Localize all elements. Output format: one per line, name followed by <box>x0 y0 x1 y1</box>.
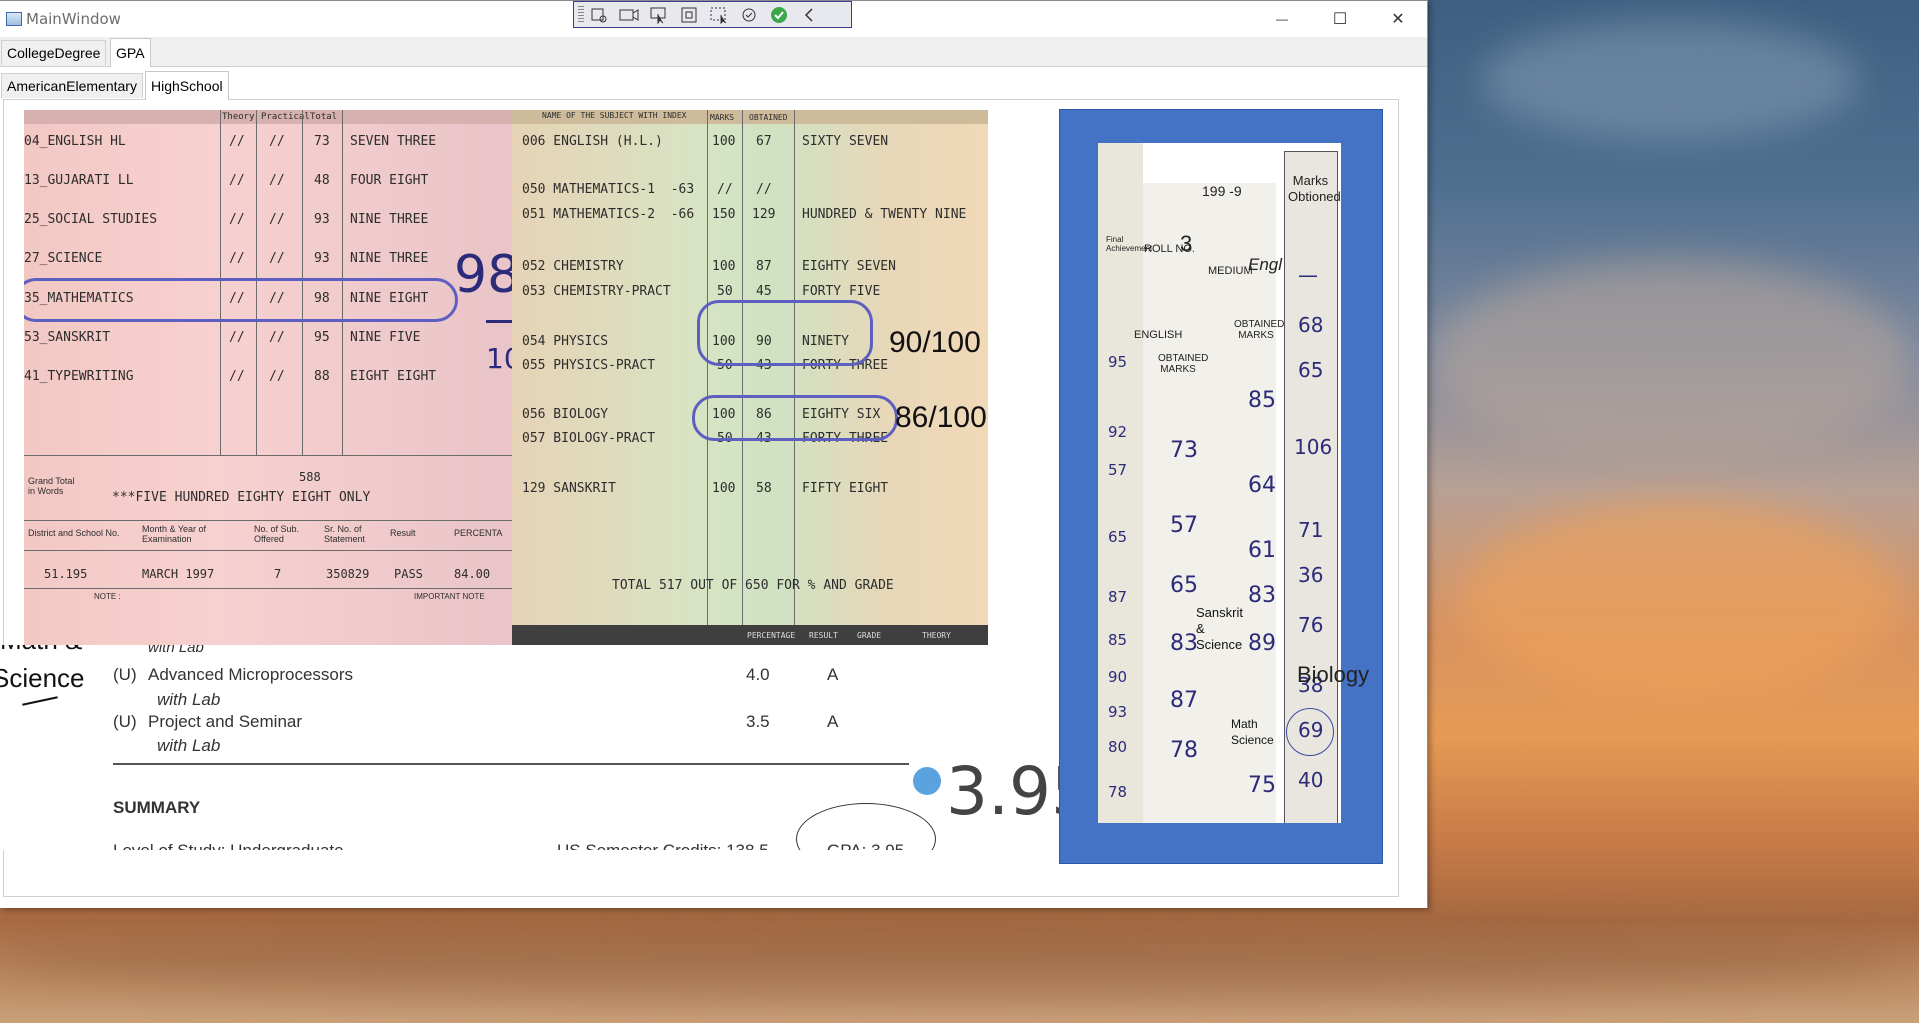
notes-label: NOTE : <box>94 592 121 601</box>
final-achievement: Final Achievement <box>1106 235 1153 253</box>
footer-result: RESULT <box>809 631 838 640</box>
course1-grade: A <box>827 665 839 684</box>
total-line: TOTAL 517 OUT OF 650 FOR % AND GRADE <box>612 578 894 593</box>
col-obtained: OBTAINED <box>749 113 788 122</box>
course1-sub: with Lab <box>157 690 221 709</box>
col-subject: NAME OF THE SUBJECT WITH INDEX <box>542 111 687 120</box>
ink-dot <box>913 767 941 795</box>
level-of-study: Level of Study: Undergraduate <box>113 841 344 850</box>
tab-gpa[interactable]: GPA <box>110 38 151 67</box>
divider <box>113 763 909 765</box>
check-icon[interactable] <box>764 4 794 26</box>
biology-circle <box>1286 708 1334 756</box>
frame-icon[interactable] <box>674 4 704 26</box>
physics-annotation: 90/100 <box>889 326 981 359</box>
important-note: IMPORTANT NOTE <box>414 592 485 601</box>
gpa-value: GPA: 3.95 <box>827 841 904 850</box>
close-icon: ✕ <box>1391 11 1405 28</box>
roll-value: 3 <box>1180 231 1193 256</box>
math-highlight-ink <box>24 278 458 322</box>
col-obtained-1: OBTAINED MARKS <box>1158 353 1209 375</box>
close-button[interactable]: ✕ <box>1369 1 1427 37</box>
minimize-icon: — <box>1276 12 1288 26</box>
course2-name: Project and Seminar <box>148 712 303 731</box>
biology-label: Biology <box>1297 662 1370 687</box>
footer-theory: THEORY <box>922 631 951 640</box>
tab-highschool[interactable]: HighSchool <box>145 71 229 100</box>
biology-annotation: 86/100 <box>895 401 987 434</box>
with-lab-top: with Lab <box>148 645 204 656</box>
col-marks: MARKS <box>710 113 735 122</box>
col-total: Total <box>310 112 338 122</box>
medium-value: Engl <box>1248 255 1283 274</box>
handwritten-98: 98 <box>454 245 512 305</box>
marks-obtained-header: Marks Obtioned <box>1288 173 1341 204</box>
handwritten-gpa: 3.95 <box>946 753 1060 830</box>
pointer-icon[interactable] <box>644 4 674 26</box>
handwritten-100: 100 <box>486 342 512 375</box>
maximize-icon: ☐ <box>1332 11 1348 28</box>
course2-prefix: (U) <box>113 712 137 731</box>
course1-name: Advanced Microprocessors <box>148 665 354 684</box>
footer-percentage: PERCENTAGE <box>747 631 796 640</box>
physics-highlight-ink <box>697 300 873 366</box>
course2-sub: with Lab <box>157 736 221 755</box>
grand-total: 588 <box>299 470 321 484</box>
footer-grade: GRADE <box>857 631 882 640</box>
marksheet-middle-image: NAME OF THE SUBJECT WITH INDEX MARKS OBT… <box>512 110 988 650</box>
grand-total-label: Grand Total in Words <box>28 476 75 496</box>
semester-credits: US Semester Credits: 138.5 <box>557 841 769 850</box>
marksheet-left-image: Theory Practical Total 04_ENGLISH HL////… <box>24 110 512 650</box>
math-science-label-1: Math & <box>0 645 82 656</box>
biology-highlight-ink <box>692 395 898 441</box>
underline-mark <box>22 696 58 706</box>
course2-credit: 3.5 <box>746 712 770 731</box>
math-science-label-2: Science <box>0 663 85 693</box>
summary-heading: SUMMARY <box>113 798 201 817</box>
toggle-icon[interactable] <box>734 4 764 26</box>
grand-total-words: ***FIVE HUNDRED EIGHTY EIGHT ONLY <box>112 490 371 505</box>
col-theory: Theory <box>222 112 255 122</box>
maximize-button[interactable]: ☐ <box>1311 1 1369 37</box>
tab-americanelementary[interactable]: AmericanElementary <box>1 73 143 98</box>
app-icon <box>6 12 22 26</box>
medium-label: MEDIUM <box>1208 265 1253 277</box>
minimize-button[interactable]: — <box>1253 1 1311 37</box>
course1-prefix: (U) <box>113 665 137 684</box>
sanskrit-science-label: Sanskrit & Science <box>1196 605 1243 652</box>
tab-collegedegree[interactable]: CollegeDegree <box>1 40 107 65</box>
capture-toolbar <box>573 1 852 28</box>
transcript-image: Math & Science with Lab (U) Advanced Mic… <box>0 645 1060 850</box>
course1-credit: 4.0 <box>746 665 770 684</box>
year-value: 199 -9 <box>1202 183 1242 199</box>
outer-tab-strip: CollegeDegree GPA <box>0 38 1427 67</box>
select-icon[interactable] <box>584 4 614 26</box>
collapse-icon[interactable] <box>794 4 824 26</box>
course2-grade: A <box>827 712 839 731</box>
window-title: MainWindow <box>26 10 121 28</box>
col-obtained-2: OBTAINED MARKS <box>1234 319 1285 341</box>
region-icon[interactable] <box>704 4 734 26</box>
math-science-ticket-label: Math Science <box>1231 717 1274 747</box>
col-english: ENGLISH <box>1134 329 1183 341</box>
camera-icon[interactable] <box>614 4 644 26</box>
marks-ticket-image: Marks Obtioned ROLL NO. 3 199 -9 MEDIUM … <box>1098 143 1341 823</box>
